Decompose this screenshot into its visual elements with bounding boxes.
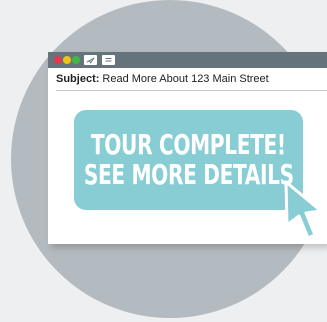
subject-label: Subject:: [56, 73, 100, 85]
maximize-dot-icon[interactable]: [72, 56, 80, 64]
cta-line-2: SEE MORE DETAILS: [83, 158, 294, 191]
cta-line-1: TOUR COMPLETE!: [91, 128, 286, 161]
window-titlebar: [48, 52, 327, 68]
send-icon[interactable]: [84, 55, 97, 65]
close-dot-icon[interactable]: [54, 56, 62, 64]
minimize-dot-icon[interactable]: [63, 56, 71, 64]
subject-row: Subject: Read More About 123 Main Street: [56, 68, 327, 91]
mouse-pointer-icon: [284, 180, 323, 240]
subject-text: Read More About 123 Main Street: [102, 73, 269, 85]
tour-complete-button[interactable]: TOUR COMPLETE! SEE MORE DETAILS: [74, 110, 303, 210]
menu-icon[interactable]: [102, 55, 115, 65]
